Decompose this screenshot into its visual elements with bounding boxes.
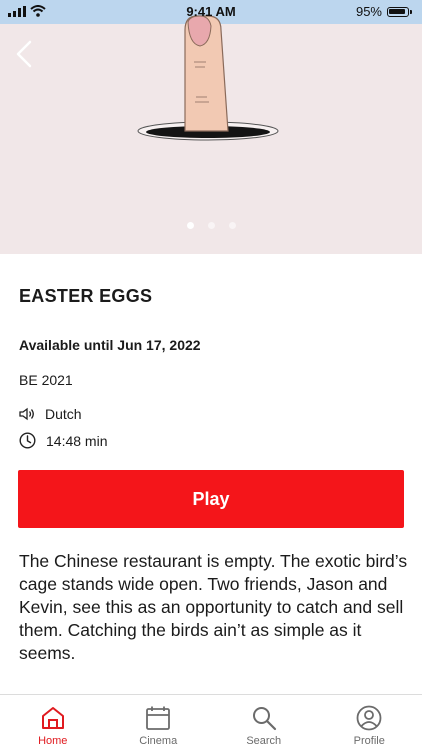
tab-search-label: Search [246, 735, 281, 747]
back-chevron-icon[interactable] [10, 38, 42, 70]
battery-percent: 95% [356, 4, 382, 19]
calendar-icon [145, 705, 171, 731]
origin-year: BE 2021 [19, 372, 73, 388]
speaker-icon [19, 407, 35, 421]
hero-image[interactable]: 9:41 AM 95% [0, 0, 422, 254]
play-button[interactable]: Play [18, 470, 404, 528]
search-icon [251, 705, 277, 731]
battery-group: 95% [356, 4, 412, 19]
tab-search[interactable]: Search [211, 695, 317, 751]
profile-icon [356, 705, 382, 731]
carousel-pager[interactable] [0, 222, 422, 229]
tab-cinema[interactable]: Cinema [106, 695, 212, 751]
tab-profile[interactable]: Profile [317, 695, 422, 751]
battery-icon [387, 7, 409, 17]
tab-home[interactable]: Home [0, 695, 106, 751]
language-row: Dutch [19, 406, 82, 422]
description-text: The Chinese restaurant is empty. The exo… [19, 550, 409, 665]
status-bar: 9:41 AM 95% [0, 0, 422, 24]
tab-home-label: Home [38, 735, 67, 747]
pager-dot[interactable] [229, 222, 236, 229]
page-title: EASTER EGGS [19, 286, 152, 307]
duration-label: 14:48 min [46, 433, 107, 449]
tab-cinema-label: Cinema [139, 735, 177, 747]
availability-text: Available until Jun 17, 2022 [19, 337, 201, 353]
pager-dot[interactable] [187, 222, 194, 229]
finger-illustration [0, 0, 422, 254]
pager-dot[interactable] [208, 222, 215, 229]
tab-profile-label: Profile [354, 735, 385, 747]
clock-icon [19, 432, 36, 449]
language-label: Dutch [45, 406, 82, 422]
duration-row: 14:48 min [19, 432, 107, 449]
home-icon [40, 705, 66, 731]
tab-bar: Home Cinema Search Profile [0, 694, 422, 751]
